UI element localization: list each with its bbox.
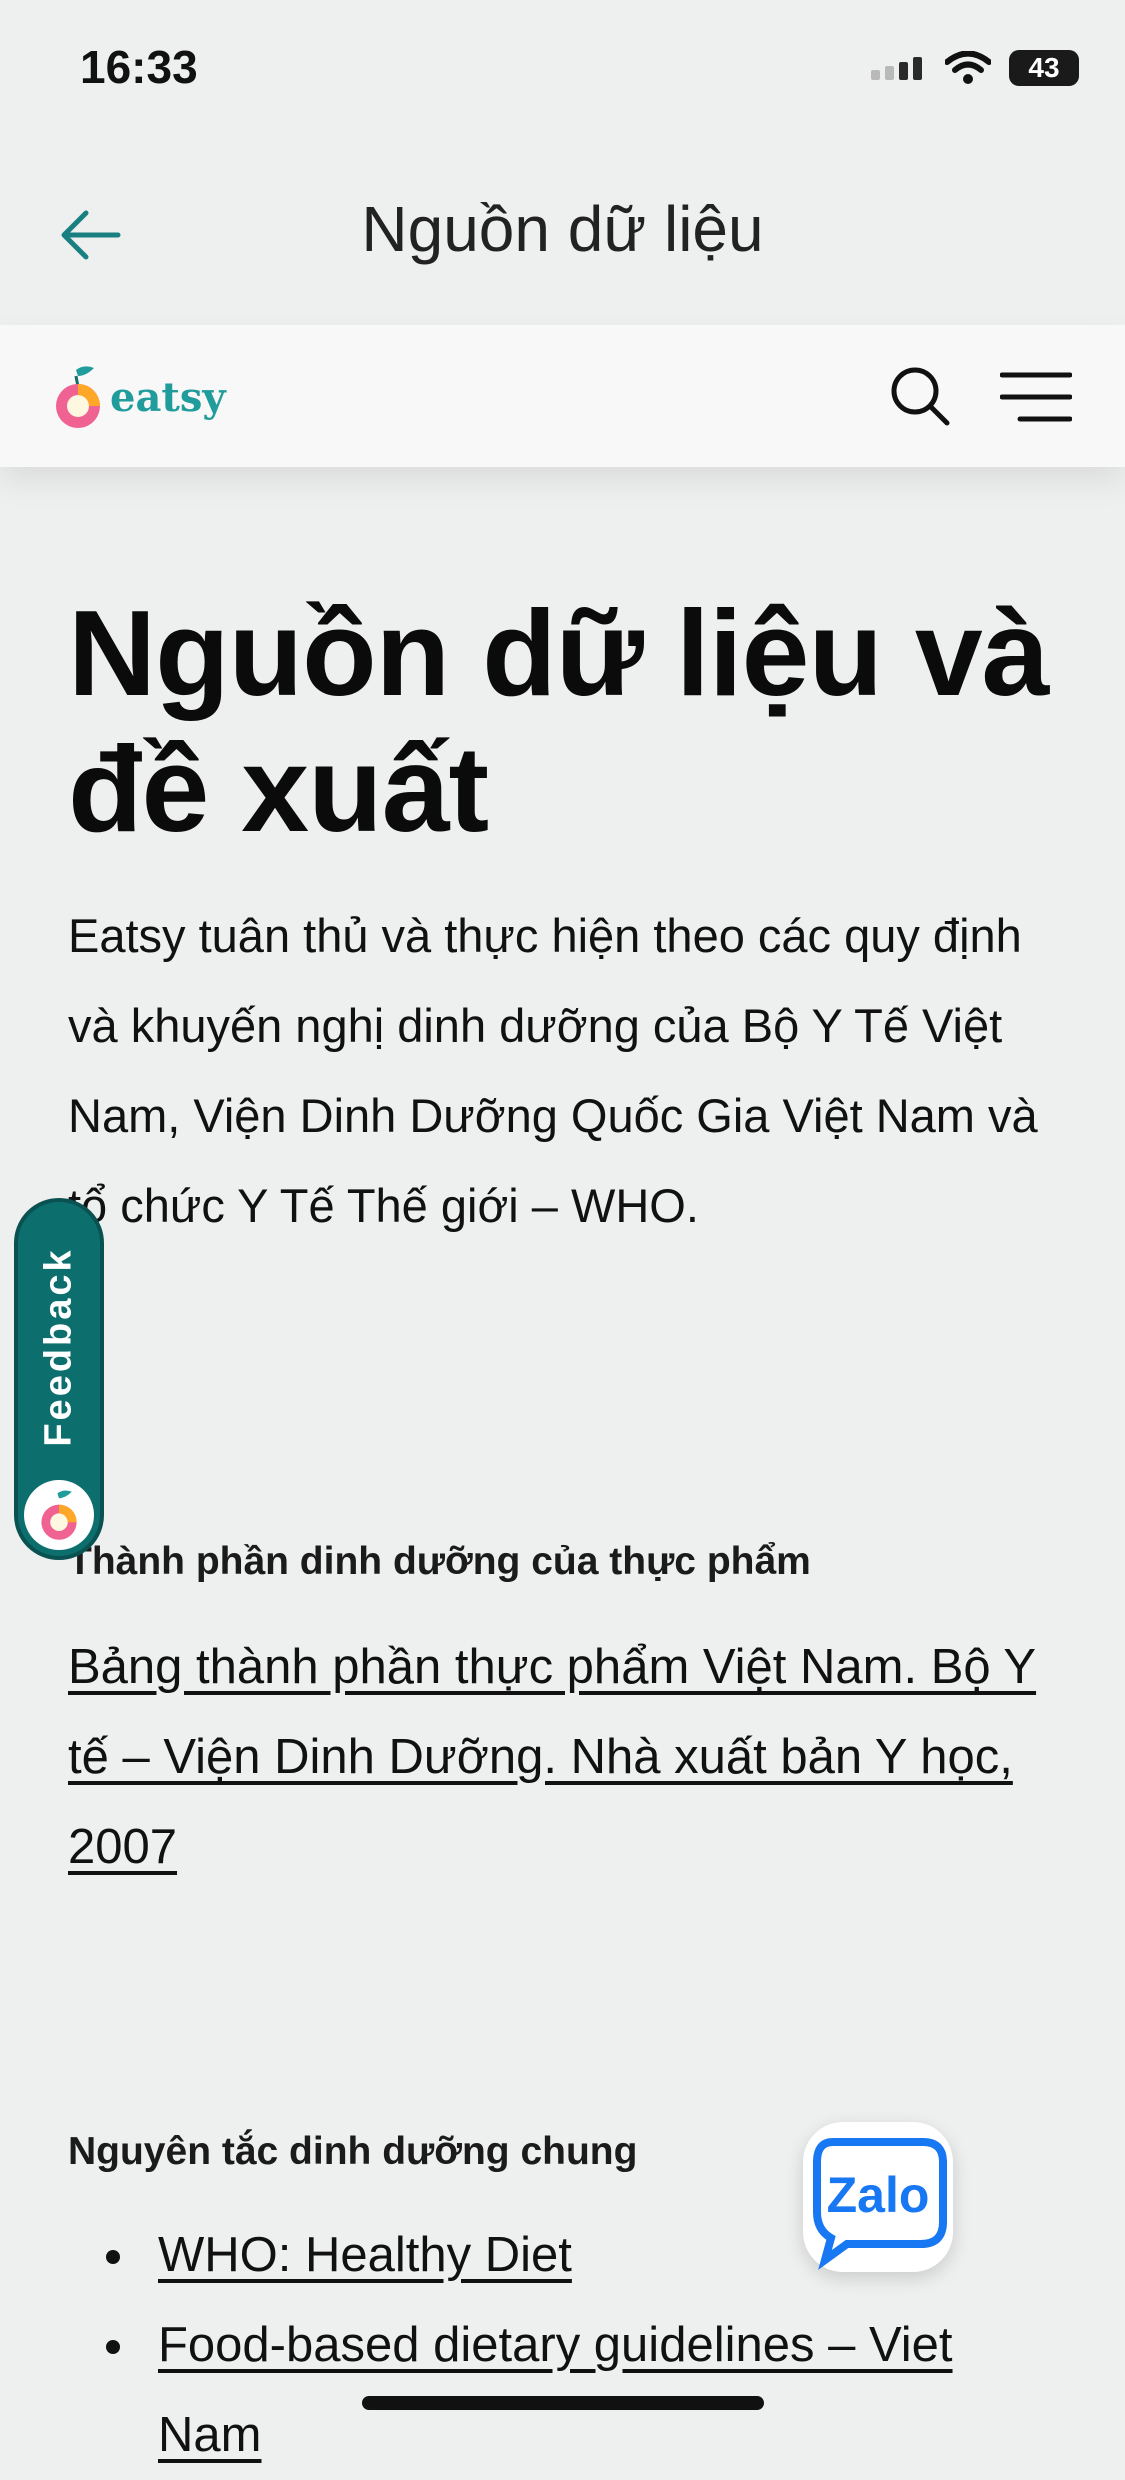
nav-bar: Nguồn dữ liệu [0, 140, 1125, 325]
feedback-tab[interactable]: Feedback [14, 1198, 104, 1560]
status-bar: 16:33 43 [0, 0, 1125, 140]
nav-title: Nguồn dữ liệu [361, 193, 764, 265]
eatsy-fruit-icon [56, 366, 100, 428]
bullet-dot [106, 2340, 120, 2354]
section-food-composition: Thành phần dinh dưỡng của thực phẩm Bảng… [68, 1540, 1068, 1892]
main-content: Nguồn dữ liệu và đề xuất Eatsy tuân thủ … [68, 585, 1068, 1251]
battery-icon: 43 [1009, 50, 1079, 86]
home-indicator [362, 2396, 764, 2410]
intro-paragraph: Eatsy tuân thủ và thực hiện theo các quy… [68, 909, 1038, 1232]
feedback-label: Feedback [37, 1247, 80, 1447]
eatsy-fruit-icon [24, 1480, 94, 1550]
hamburger-menu-icon[interactable] [1000, 369, 1072, 425]
link-who-healthy-diet[interactable]: WHO: Healthy Diet [158, 2228, 572, 2282]
cellular-signal-icon [871, 57, 922, 80]
page-title: Nguồn dữ liệu và đề xuất [68, 585, 1068, 857]
page-title-line1: Nguồn dữ liệu và [68, 585, 1050, 721]
source-link-food-table[interactable]: Bảng thành phần thực phẩm Việt Nam. Bộ Y… [68, 1622, 1068, 1892]
wifi-icon [945, 51, 991, 84]
logo-text: eatsy [110, 373, 226, 421]
list-item: Food-based dietary guidelines – Viet Nam [68, 2300, 1068, 2480]
bullet-dot [106, 2250, 120, 2264]
status-time: 16:33 [80, 41, 198, 93]
site-header: eatsy [0, 325, 1125, 467]
section-label: Thành phần dinh dưỡng của thực phẩm [68, 1540, 811, 1583]
eatsy-logo[interactable]: eatsy [50, 357, 226, 437]
zalo-label: Zalo [826, 2167, 930, 2223]
status-icons: 43 [871, 50, 1079, 86]
page-title-line2: đề xuất [68, 721, 489, 857]
link-dietary-guidelines-vietnam[interactable]: Food-based dietary guidelines – Viet Nam [158, 2318, 953, 2462]
zalo-chat-button[interactable]: Zalo [803, 2122, 953, 2272]
search-icon[interactable] [885, 361, 955, 431]
